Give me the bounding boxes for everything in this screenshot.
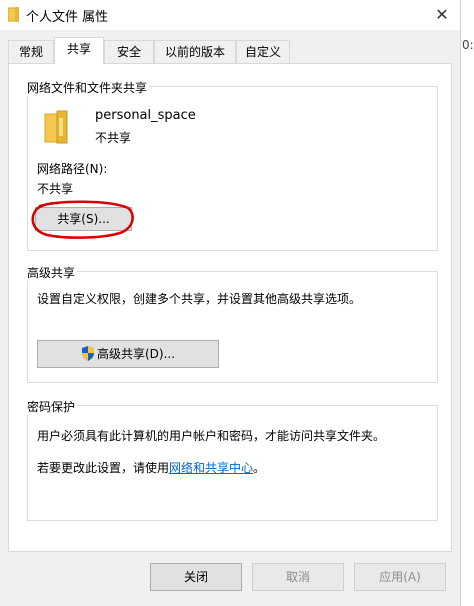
- title-bar: 个人文件 属性 ✕: [0, 0, 460, 30]
- apply-button[interactable]: 应用(A): [354, 563, 446, 591]
- advanced-sharing-button-label: 高级共享(D)...: [96, 347, 176, 361]
- uac-shield-icon: [81, 346, 94, 361]
- close-button[interactable]: 关闭: [150, 563, 242, 591]
- network-path-value: 不共享: [37, 182, 74, 196]
- password-protection-label: 密码保护: [25, 398, 78, 415]
- advanced-sharing-label: 高级共享: [25, 264, 78, 281]
- folder-name: personal_space: [95, 108, 196, 123]
- folder-icon: [44, 110, 68, 144]
- advanced-sharing-button[interactable]: 高级共享(D)...: [37, 340, 219, 368]
- network-sharing-label: 网络文件和文件夹共享: [25, 79, 150, 96]
- tab-security[interactable]: 安全: [104, 40, 154, 63]
- folder-share-status: 不共享: [95, 131, 132, 145]
- share-button[interactable]: 共享(S)...: [35, 207, 132, 231]
- cancel-button[interactable]: 取消: [252, 563, 344, 591]
- network-sharing-center-link[interactable]: 网络和共享中心: [169, 461, 253, 475]
- sharing-panel: 网络文件和文件夹共享 personal_space 不共享 网络路径(N): 不…: [8, 63, 452, 552]
- properties-window: 个人文件 属性 ✕ 常规 共享 安全 以前的版本 自定义 网络文件和文件夹共享 …: [0, 0, 461, 606]
- tab-sharing[interactable]: 共享: [54, 37, 104, 64]
- tab-previous-versions[interactable]: 以前的版本: [154, 40, 236, 63]
- password-protection-description: 用户必须具有此计算机的用户帐户和密码，才能访问共享文件夹。: [37, 429, 386, 443]
- password-change-suffix: 。: [253, 461, 266, 475]
- password-change-hint: 若要更改此设置，请使用网络和共享中心。: [37, 459, 265, 476]
- background-window-text: 0:5: [462, 38, 474, 52]
- tab-customize[interactable]: 自定义: [236, 40, 290, 63]
- password-change-prefix: 若要更改此设置，请使用: [37, 461, 170, 475]
- window-title: 个人文件 属性: [26, 10, 109, 25]
- tab-general[interactable]: 常规: [8, 40, 54, 63]
- folder-icon: [8, 7, 19, 22]
- advanced-sharing-description: 设置自定义权限，创建多个共享，并设置其他高级共享选项。: [37, 292, 362, 306]
- close-window-button[interactable]: ✕: [428, 4, 456, 26]
- network-path-label: 网络路径(N):: [37, 162, 108, 176]
